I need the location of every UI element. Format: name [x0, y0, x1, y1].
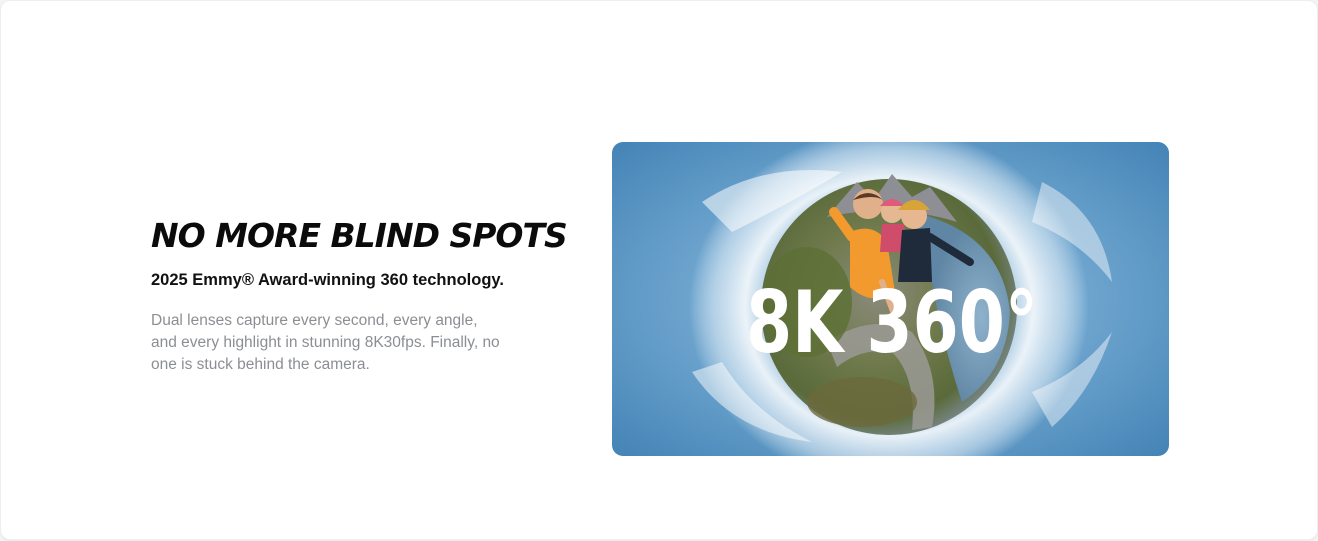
feature-text-column: NO MORE BLIND SPOTS 2025 Emmy® Award-win…: [151, 215, 571, 376]
hero-image-8k-360: 8K 360°: [612, 142, 1169, 456]
feature-headline: NO MORE BLIND SPOTS: [151, 216, 568, 255]
feature-card: NO MORE BLIND SPOTS 2025 Emmy® Award-win…: [0, 0, 1318, 540]
tiny-planet-illustration: 8K 360°: [612, 142, 1169, 456]
feature-description: Dual lenses capture every second, every …: [151, 312, 500, 373]
feature-subheadline: 2025 Emmy® Award-winning 360 technology.: [151, 271, 504, 289]
hero-overlay-text: 8K 360°: [746, 273, 1038, 373]
